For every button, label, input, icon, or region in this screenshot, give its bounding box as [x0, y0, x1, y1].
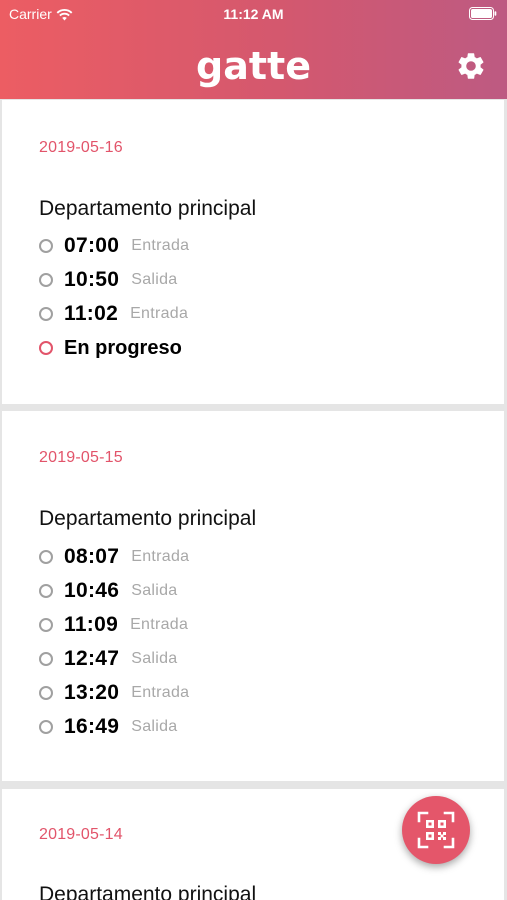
- battery-icon: [469, 7, 497, 20]
- in-progress-label: En progreso: [64, 336, 182, 359]
- department-name: Departamento principal: [39, 883, 257, 900]
- entry-marker: [39, 584, 53, 598]
- progress-marker: [39, 341, 53, 355]
- time-entry: 10:46 Salida: [39, 576, 178, 606]
- attendance-list[interactable]: 2019-05-16 Departamento principal 07:00 …: [0, 99, 507, 900]
- scan-qr-button[interactable]: [402, 796, 470, 864]
- entry-marker: [39, 618, 53, 632]
- time-entry: 13:20 Entrada: [39, 678, 189, 708]
- day-date: 2019-05-14: [39, 826, 123, 843]
- time-entry: 16:49 Salida: [39, 712, 178, 742]
- entry-marker: [39, 720, 53, 734]
- time-entry: 11:02 Entrada: [39, 299, 188, 329]
- entry-marker: [39, 307, 53, 321]
- day-card: 2019-05-16 Departamento principal 07:00 …: [2, 100, 504, 404]
- entry-time: 11:09: [64, 613, 119, 636]
- entry-type: Entrada: [131, 548, 190, 565]
- status-time: 11:12 AM: [223, 6, 284, 22]
- entry-type: Salida: [131, 582, 178, 599]
- time-entry: 12:47 Salida: [39, 644, 178, 674]
- entry-time: 11:02: [64, 302, 119, 325]
- entry-time: 10:46: [64, 579, 120, 602]
- app-header: Carrier 11:12 AM gatte: [0, 0, 507, 99]
- day-date: 2019-05-16: [39, 139, 123, 156]
- entry-time: 16:49: [64, 715, 120, 738]
- entry-time: 12:47: [64, 647, 120, 670]
- entry-marker: [39, 239, 53, 253]
- status-bar: Carrier 11:12 AM: [0, 0, 507, 28]
- entry-type: Salida: [131, 650, 178, 667]
- day-card: 2019-05-15 Departamento principal 08:07 …: [2, 411, 504, 781]
- app-logo: gatte: [196, 44, 311, 88]
- time-entry: 08:07 Entrada: [39, 542, 189, 572]
- entry-marker: [39, 273, 53, 287]
- qr-code-scan-icon: [417, 811, 455, 849]
- time-entry: 10:50 Salida: [39, 265, 178, 295]
- entry-time: 08:07: [64, 545, 120, 568]
- department-name: Departamento principal: [39, 197, 257, 220]
- entry-marker: [39, 550, 53, 564]
- day-date: 2019-05-15: [39, 449, 123, 466]
- entry-type: Entrada: [130, 616, 189, 633]
- entry-type: Salida: [131, 718, 178, 735]
- entry-marker: [39, 686, 53, 700]
- entry-type: Entrada: [130, 305, 189, 322]
- entry-time: 13:20: [64, 681, 120, 704]
- entry-type: Entrada: [131, 684, 190, 701]
- time-entry: 11:09 Entrada: [39, 610, 188, 640]
- time-entry: 07:00 Entrada: [39, 231, 189, 261]
- entry-type: Salida: [131, 271, 178, 288]
- in-progress-entry: En progreso: [39, 333, 182, 363]
- entry-time: 07:00: [64, 234, 120, 257]
- entry-time: 10:50: [64, 268, 120, 291]
- gear-icon[interactable]: [455, 50, 487, 82]
- department-name: Departamento principal: [39, 507, 257, 530]
- entry-marker: [39, 652, 53, 666]
- entry-type: Entrada: [131, 237, 190, 254]
